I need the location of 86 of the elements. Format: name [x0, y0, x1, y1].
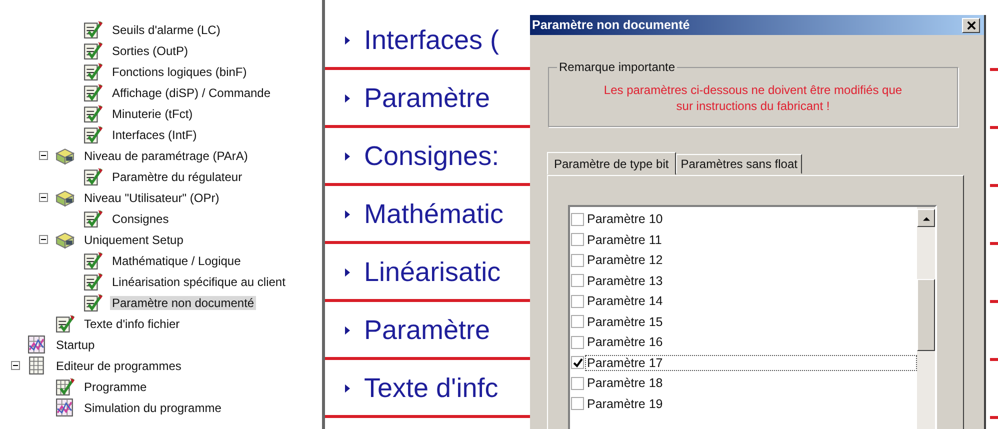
tree-item[interactable]: Niveau de paramétrage (PArA)	[82, 148, 250, 162]
tab[interactable]: Paramètre de type bit	[547, 152, 676, 175]
checklist-icon	[82, 272, 104, 291]
tab[interactable]: Paramètres sans float	[676, 154, 802, 174]
bullet-icon	[345, 152, 350, 161]
bullet-icon	[345, 326, 350, 335]
bullet-icon	[345, 210, 350, 219]
checklist-icon	[82, 62, 104, 81]
checkbox[interactable]	[571, 356, 584, 370]
list-item[interactable]: Paramètre 18	[585, 375, 917, 392]
tree-item[interactable]: Mathématique / Logique	[110, 254, 243, 268]
collapse-icon[interactable]	[38, 151, 48, 160]
checklist-icon	[82, 41, 104, 60]
list-item[interactable]: Paramètre 16	[585, 334, 917, 350]
chart-grid-icon	[54, 398, 76, 417]
tree-item[interactable]: Seuils d'alarme (LC)	[110, 22, 222, 36]
checklist-icon	[54, 314, 76, 333]
checklist-icon	[82, 209, 104, 228]
section-heading[interactable]: Linéarisatic	[364, 257, 501, 288]
tree-item[interactable]: Niveau "Utilisateur" (OPr)	[82, 190, 222, 204]
tree-item[interactable]: Minuterie (tFct)	[110, 106, 195, 120]
bullet-icon	[345, 36, 350, 45]
box-icon	[54, 188, 76, 207]
chart-grid-icon	[26, 335, 48, 354]
tree-item[interactable]: Startup	[54, 338, 97, 352]
checklist-icon	[82, 125, 104, 144]
checkbox[interactable]	[571, 254, 584, 267]
section-heading[interactable]: Consignes:	[364, 141, 500, 172]
box-icon	[54, 230, 76, 249]
checklist-icon	[82, 167, 104, 186]
checkbox[interactable]	[571, 274, 584, 288]
section-heading[interactable]: Paramètre	[364, 315, 490, 346]
checkbox[interactable]	[571, 397, 584, 410]
checkbox[interactable]	[571, 212, 584, 226]
list-item[interactable]: Paramètre 12	[585, 252, 917, 268]
section-heading[interactable]: Interfaces (	[364, 25, 500, 56]
dialog-title: Paramètre non documenté	[532, 18, 690, 32]
bullet-icon	[345, 94, 350, 103]
list-item[interactable]: Paramètre 13	[585, 272, 917, 289]
tree-item[interactable]: Paramètre non documenté	[110, 296, 256, 310]
checklist-icon	[82, 251, 104, 270]
checkbox[interactable]	[571, 376, 584, 390]
collapse-icon[interactable]	[10, 361, 20, 370]
scroll-up-button[interactable]	[917, 209, 935, 227]
collapse-icon[interactable]	[38, 193, 48, 202]
tree-item[interactable]: Uniquement Setup	[82, 232, 186, 246]
list-item[interactable]: Paramètre 14	[585, 293, 917, 310]
section-heading[interactable]: Paramètre	[364, 83, 490, 114]
checklist-icon	[82, 293, 104, 312]
list-item[interactable]: Paramètre 10	[585, 211, 917, 228]
warning-text: Les paramètres ci-dessous ne doivent être modifiés que sur instructions du fabricant !	[602, 82, 904, 114]
checkbox[interactable]	[571, 294, 584, 308]
checkbox[interactable]	[571, 315, 584, 328]
tree-item[interactable]: Fonctions logiques (binF)	[110, 64, 249, 78]
collapse-icon[interactable]	[38, 235, 48, 244]
list-item[interactable]: Paramètre 15	[585, 314, 917, 330]
checklist-icon	[82, 104, 104, 123]
checklist-icon	[82, 83, 104, 102]
scroll-thumb[interactable]	[917, 279, 935, 351]
group-title: Remarque importante	[558, 60, 676, 74]
checkbox[interactable]	[571, 233, 584, 246]
tree-item[interactable]: Linéarisation spécifique au client	[110, 274, 288, 288]
tree-item[interactable]: Programme	[82, 380, 149, 394]
tree-item[interactable]: Simulation du programme	[82, 400, 224, 414]
box-icon	[54, 146, 76, 165]
checkbox[interactable]	[571, 336, 584, 349]
tree-item[interactable]: Interfaces (IntF)	[110, 128, 199, 142]
tree-item[interactable]: Affichage (diSP) / Commande	[110, 86, 273, 100]
arrow-up-icon	[922, 216, 930, 220]
tree-item[interactable]: Sorties (OutP)	[110, 44, 190, 58]
close-icon	[966, 20, 976, 30]
scrollbar[interactable]	[917, 207, 935, 429]
tree-item[interactable]: Paramètre du régulateur	[110, 170, 244, 184]
checklist-icon	[82, 20, 104, 39]
close-button[interactable]	[962, 18, 980, 32]
bullet-icon	[345, 384, 350, 393]
tree-item[interactable]: Texte d'info fichier	[82, 316, 182, 330]
list-item[interactable]: Paramètre 19	[585, 396, 917, 412]
section-heading[interactable]: Texte d'infc	[364, 373, 498, 404]
list-item[interactable]: Paramètre 17	[585, 354, 917, 371]
bullet-icon	[345, 268, 350, 277]
grid-check-icon	[54, 377, 76, 396]
section-heading[interactable]: Mathématic	[364, 199, 504, 230]
tree-item[interactable]: Editeur de programmes	[54, 358, 184, 372]
tree-item[interactable]: Consignes	[110, 212, 171, 226]
list-item[interactable]: Paramètre 11	[585, 232, 917, 248]
